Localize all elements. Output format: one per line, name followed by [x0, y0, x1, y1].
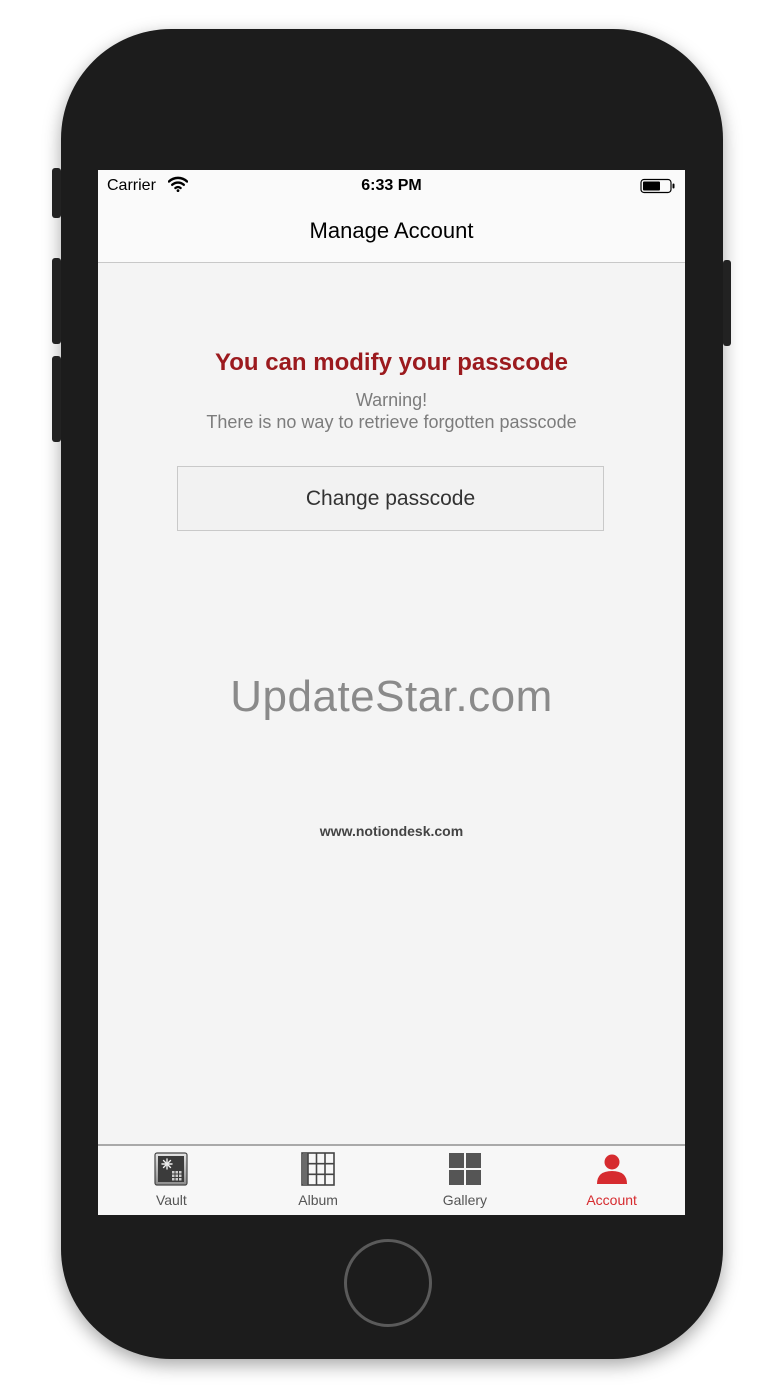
- volume-up-button: [52, 258, 61, 344]
- mute-switch: [52, 168, 61, 218]
- account-icon: [595, 1152, 629, 1186]
- status-time: 6:33 PM: [361, 177, 422, 194]
- modify-passcode-heading: You can modify your passcode: [215, 349, 568, 376]
- tab-album[interactable]: Album: [245, 1146, 392, 1215]
- page-title: Manage Account: [309, 218, 474, 243]
- tab-label-account: Account: [586, 1192, 637, 1208]
- tab-gallery[interactable]: Gallery: [392, 1146, 539, 1215]
- tab-label-vault: Vault: [155, 1192, 187, 1208]
- power-button: [723, 260, 731, 346]
- status-bar: Carrier 6:33 PM: [98, 170, 685, 202]
- vault-icon: [154, 1152, 188, 1186]
- screen: Carrier 6:33 PM Manage Account You can m…: [98, 170, 685, 1215]
- battery-icon: [640, 178, 676, 199]
- warning-title: Warning!: [355, 390, 428, 410]
- home-button[interactable]: [344, 1239, 432, 1327]
- tab-label-gallery: Gallery: [442, 1192, 488, 1208]
- navigation-bar: Manage Account: [98, 202, 685, 263]
- website-link[interactable]: www.notiondesk.com: [98, 823, 685, 839]
- album-icon: [301, 1152, 335, 1186]
- warning-text: There is no way to retrieve forgotten pa…: [206, 412, 577, 432]
- tab-vault[interactable]: Vault: [98, 1146, 245, 1215]
- change-passcode-button[interactable]: Change passcode: [177, 466, 604, 531]
- tab-account[interactable]: Account: [538, 1146, 685, 1215]
- watermark: UpdateStar.com: [230, 672, 553, 721]
- volume-down-button: [52, 356, 61, 442]
- tab-label-album: Album: [298, 1192, 338, 1208]
- tab-bar: Vault Album Gallery Account: [98, 1144, 685, 1215]
- gallery-icon: [448, 1152, 482, 1186]
